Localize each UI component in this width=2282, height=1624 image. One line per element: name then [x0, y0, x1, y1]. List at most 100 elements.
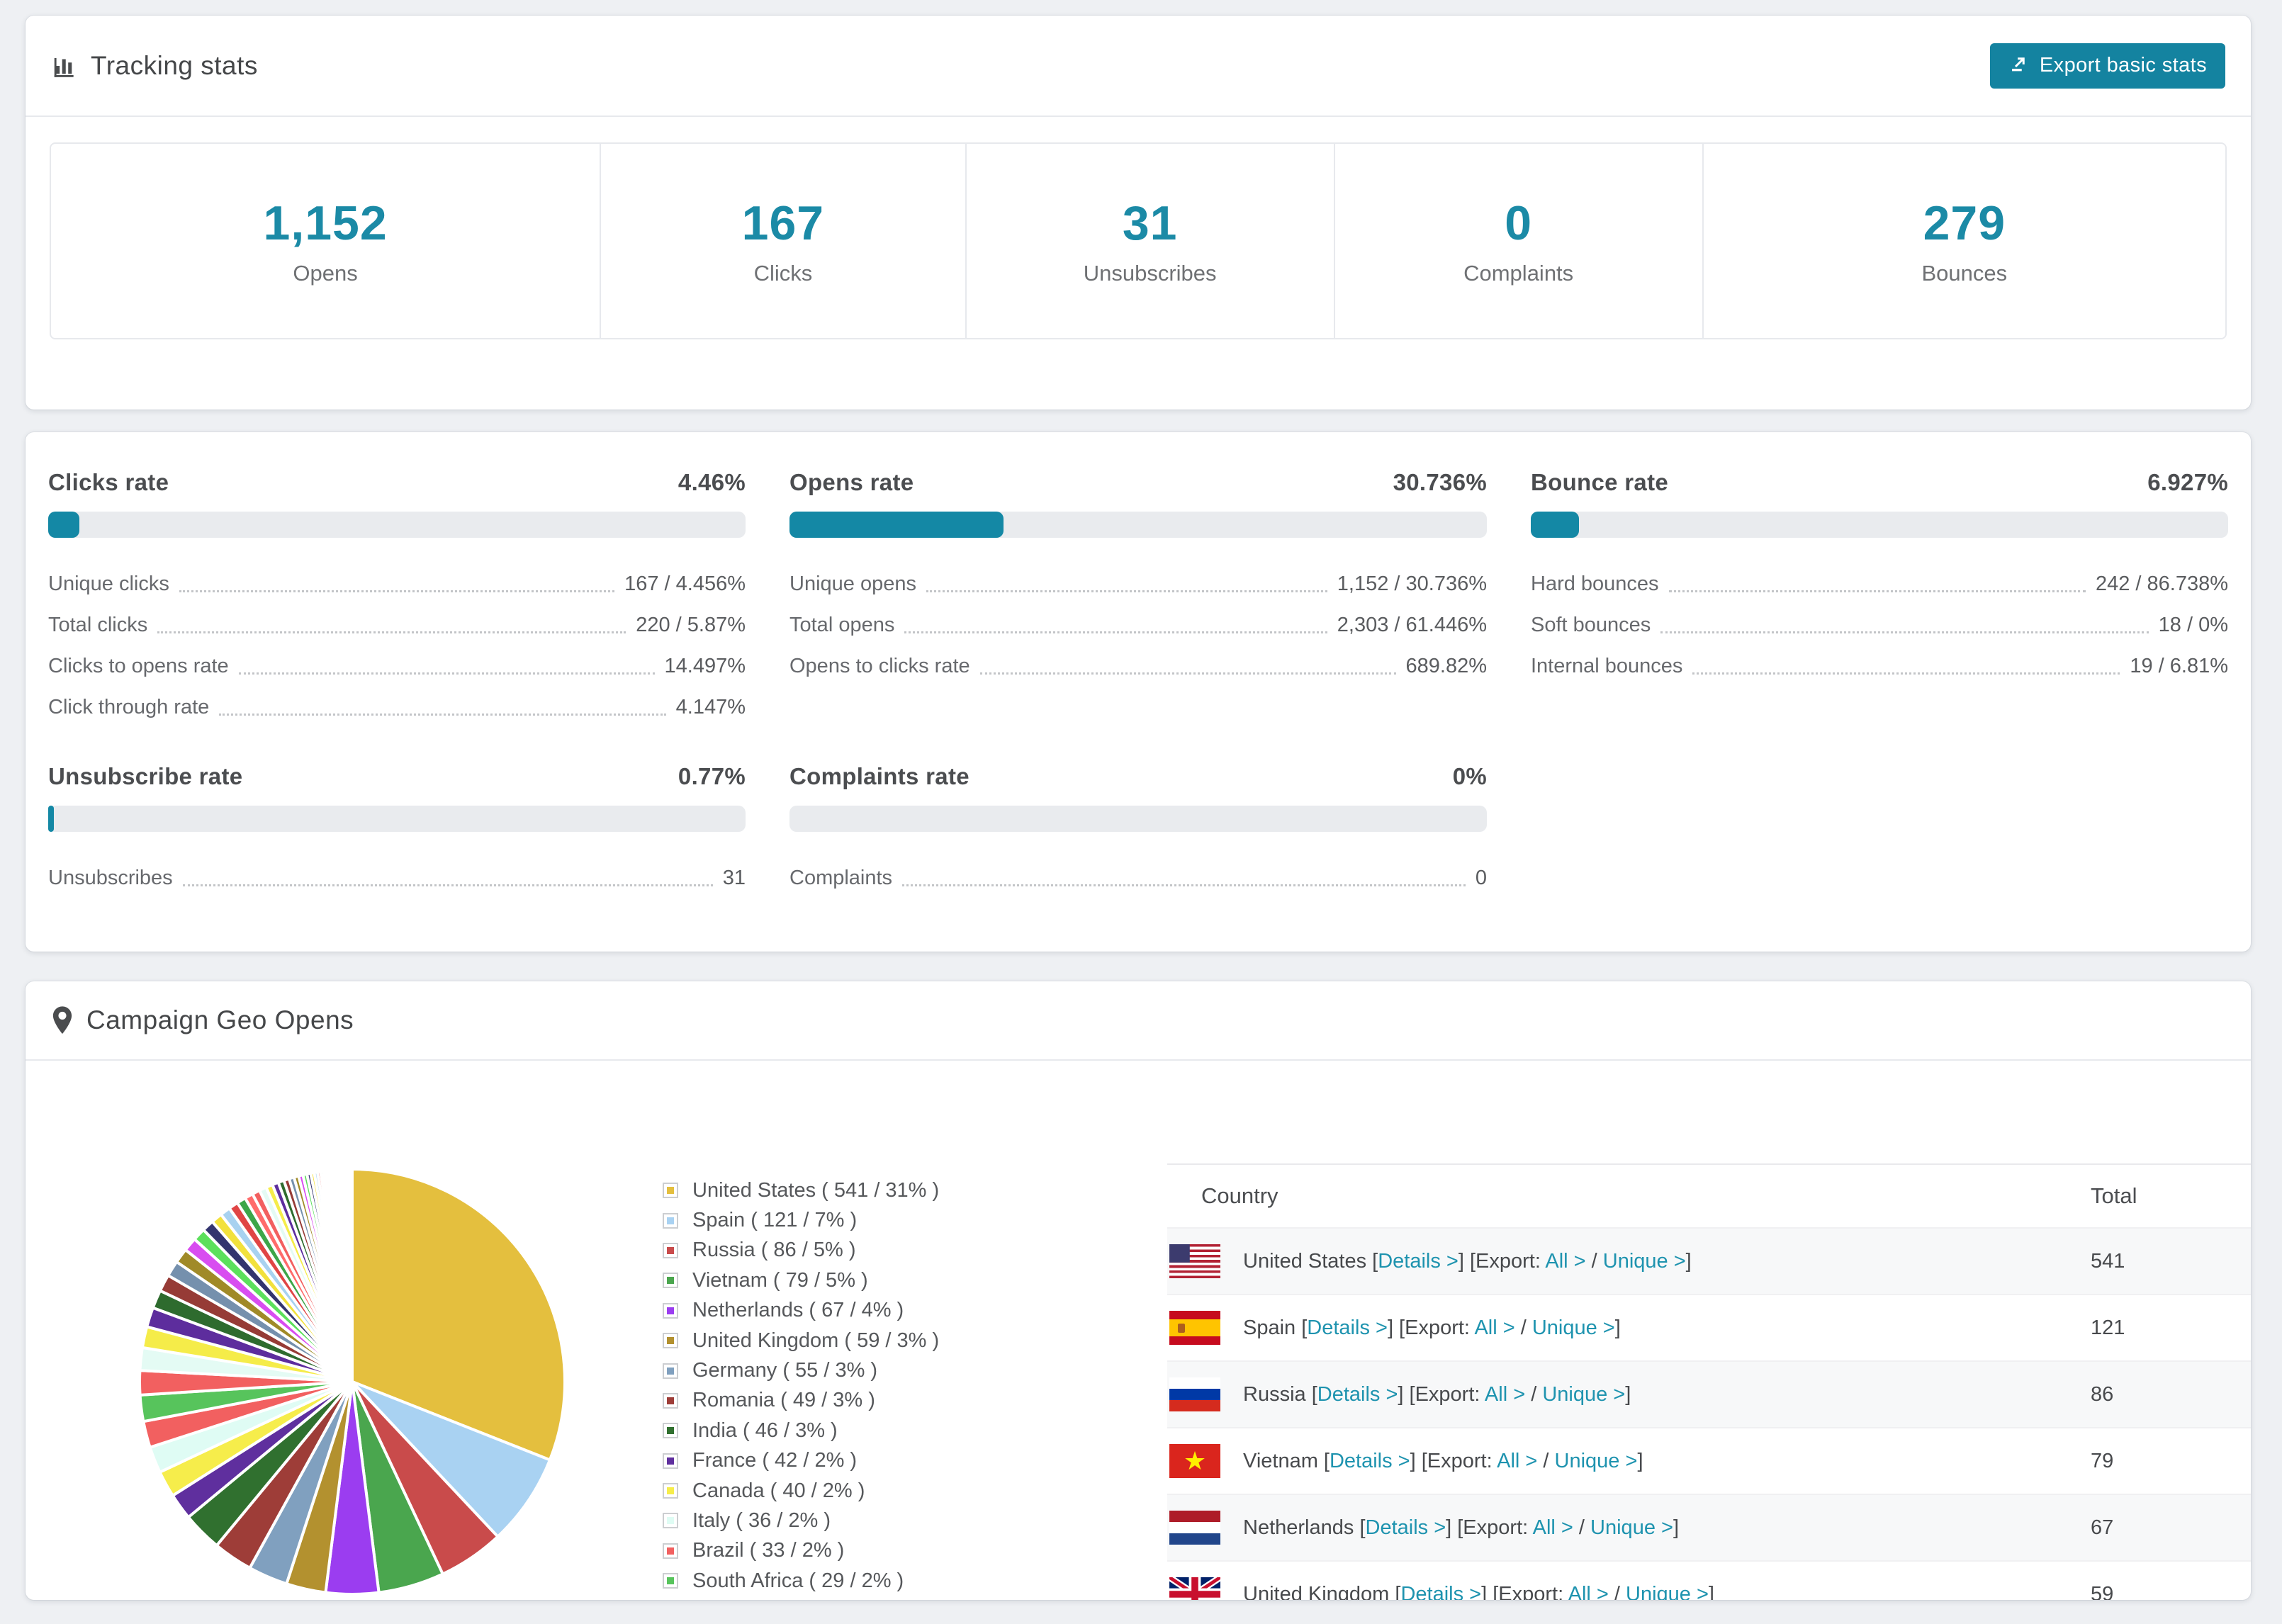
- rate-detail-value: 14.497%: [664, 654, 746, 677]
- legend-swatch: [663, 1183, 678, 1199]
- export-all-link[interactable]: All >: [1533, 1516, 1573, 1539]
- export-all-link[interactable]: All >: [1568, 1583, 1609, 1601]
- bracket: ] [Export:: [1387, 1316, 1475, 1339]
- rate-detail-value: 1,152 / 30.736%: [1337, 572, 1487, 595]
- export-all-link[interactable]: All >: [1545, 1250, 1585, 1273]
- details-link[interactable]: Details >: [1366, 1516, 1446, 1539]
- gb-flag-icon: [1169, 1577, 1220, 1600]
- rate-section-title: Complaints rate: [789, 763, 969, 789]
- bracket: ]: [1685, 1249, 1692, 1273]
- geo-table-country-cell: United Kingdom [Details >] [Export: All …: [1167, 1577, 2091, 1600]
- rate-detail-row: Soft bounces 18 / 0%: [1531, 604, 2228, 645]
- export-unique-link[interactable]: Unique >: [1555, 1450, 1638, 1472]
- dotted-leader: [902, 884, 1466, 886]
- rate-section-title: Bounce rate: [1531, 469, 1669, 495]
- legend-item-russia[interactable]: Russia ( 86 / 5% ): [663, 1236, 939, 1265]
- details-link[interactable]: Details >: [1317, 1383, 1398, 1406]
- geo-table-row: United States [Details >] [Export: All >…: [1167, 1227, 2251, 1294]
- stat-label: Unsubscribes: [1083, 261, 1217, 286]
- ru-flag-icon: [1169, 1377, 1220, 1411]
- rate-detail-value: 167 / 4.456%: [624, 572, 746, 595]
- bracket: ]: [1625, 1382, 1631, 1406]
- details-link[interactable]: Details >: [1330, 1450, 1410, 1472]
- country-name: Spain: [1243, 1316, 1302, 1339]
- rate-detail-label: Total opens: [789, 613, 895, 636]
- rate-detail-row: Complaints 0: [789, 857, 1487, 898]
- legend-item-brazil[interactable]: Brazil ( 33 / 2% ): [663, 1536, 939, 1566]
- rate-progress-bar: [48, 512, 746, 538]
- legend-swatch: [663, 1423, 678, 1439]
- campaign-geo-opens-card: Campaign Geo Opens United States ( 541 /…: [26, 981, 2251, 1600]
- legend-item-india[interactable]: India ( 46 / 3% ): [663, 1416, 939, 1445]
- map-pin-icon: [51, 1005, 74, 1035]
- rate-detail-row: Internal bounces 19 / 6.81%: [1531, 645, 2228, 687]
- rate-detail-value: 242 / 86.738%: [2095, 572, 2228, 595]
- legend-item-spain[interactable]: Spain ( 121 / 7% ): [663, 1205, 939, 1235]
- rate-section-value: 6.927%: [2147, 469, 2228, 495]
- legend-item-united-states[interactable]: United States ( 541 / 31% ): [663, 1175, 939, 1205]
- rate-detail-label: Complaints: [789, 866, 893, 889]
- legend-item-south-africa[interactable]: South Africa ( 29 / 2% ): [663, 1566, 939, 1596]
- export-basic-stats-button[interactable]: Export basic stats: [1989, 43, 2225, 89]
- legend-item-romania[interactable]: Romania ( 49 / 3% ): [663, 1386, 939, 1416]
- geo-table-row: Vietnam [Details >] [Export: All > / Uni…: [1167, 1427, 2251, 1494]
- export-unique-link[interactable]: Unique >: [1603, 1250, 1686, 1273]
- details-link[interactable]: Details >: [1378, 1250, 1458, 1273]
- country-links: Netherlands [Details >] [Export: All > /…: [1243, 1516, 1679, 1540]
- export-unique-link[interactable]: Unique >: [1590, 1516, 1673, 1539]
- rate-detail-label: Total clicks: [48, 613, 148, 636]
- dotted-leader: [1668, 590, 2086, 592]
- export-all-link[interactable]: All >: [1497, 1450, 1537, 1472]
- legend-label: Netherlands ( 67 / 4% ): [692, 1299, 904, 1322]
- legend-swatch: [663, 1543, 678, 1559]
- legend-label: United Kingdom ( 59 / 3% ): [692, 1329, 940, 1352]
- legend-item-germany[interactable]: Germany ( 55 / 3% ): [663, 1355, 939, 1385]
- rate-progress-fill: [48, 512, 79, 538]
- export-unique-link[interactable]: Unique >: [1532, 1316, 1615, 1339]
- rate-section-header: Clicks rate 4.46%: [48, 469, 746, 496]
- legend-item-united-kingdom[interactable]: United Kingdom ( 59 / 3% ): [663, 1326, 939, 1355]
- rate-detail-label: Clicks to opens rate: [48, 654, 229, 677]
- rate-detail-label: Unique clicks: [48, 572, 169, 595]
- campaign-geo-opens-title-text: Campaign Geo Opens: [86, 1005, 354, 1034]
- dotted-leader: [238, 672, 655, 675]
- rate-detail-label: Opens to clicks rate: [789, 654, 970, 677]
- stats-row: 1,152 Opens 167 Clicks 31 Unsubscribes 0 Compla…: [50, 142, 2227, 339]
- details-link[interactable]: Details >: [1400, 1583, 1481, 1601]
- country-links: Russia [Details >] [Export: All > / Uniq…: [1243, 1383, 1631, 1406]
- bracket: [: [1323, 1449, 1330, 1472]
- legend-item-netherlands[interactable]: Netherlands ( 67 / 4% ): [663, 1296, 939, 1326]
- country-name: Russia: [1243, 1382, 1312, 1406]
- legend-swatch: [663, 1302, 678, 1319]
- rates-grid: Clicks rate 4.46% Unique clicks 167 / 4.456…: [26, 432, 2251, 898]
- export-all-link[interactable]: All >: [1485, 1383, 1525, 1406]
- us-flag-icon: [1169, 1244, 1220, 1278]
- legend-item-vietnam[interactable]: Vietnam ( 79 / 5% ): [663, 1265, 939, 1295]
- export-unique-link[interactable]: Unique >: [1626, 1583, 1709, 1601]
- legend-item-canada[interactable]: Canada ( 40 / 2% ): [663, 1476, 939, 1506]
- bracket: ] [Export:: [1446, 1516, 1533, 1539]
- legend-swatch: [663, 1242, 678, 1258]
- geo-table-country-cell: United States [Details >] [Export: All >…: [1167, 1244, 2091, 1278]
- rate-progress-bar: [789, 512, 1487, 538]
- tracking-stats-header: Tracking stats Export basic stats: [26, 16, 2251, 117]
- legend-swatch: [663, 1333, 678, 1349]
- export-unique-link[interactable]: Unique >: [1542, 1383, 1625, 1406]
- rate-detail-row: Unsubscribes 31: [48, 857, 746, 898]
- stat-label: Bounces: [1921, 261, 2008, 286]
- legend-item-italy[interactable]: Italy ( 36 / 2% ): [663, 1506, 939, 1535]
- rate-detail-row: Total clicks 220 / 5.87%: [48, 604, 746, 645]
- rate-detail-value: 31: [722, 866, 746, 889]
- rate-section-header: Opens rate 30.736%: [789, 469, 1487, 496]
- legend-label: South Africa ( 29 / 2% ): [692, 1569, 904, 1592]
- geo-table-country-cell: Netherlands [Details >] [Export: All > /…: [1167, 1511, 2091, 1545]
- country-links: United States [Details >] [Export: All >…: [1243, 1250, 1692, 1273]
- export-all-link[interactable]: All >: [1474, 1316, 1514, 1339]
- tracking-stats-title-text: Tracking stats: [91, 50, 258, 80]
- rate-progress-fill: [789, 512, 1004, 538]
- stat-box-opens: 1,152 Opens: [51, 144, 602, 338]
- details-link[interactable]: Details >: [1307, 1316, 1388, 1339]
- rate-detail-row: Unique opens 1,152 / 30.736%: [789, 563, 1487, 604]
- rate-detail-label: Unique opens: [789, 572, 916, 595]
- legend-item-france[interactable]: France ( 42 / 2% ): [663, 1446, 939, 1476]
